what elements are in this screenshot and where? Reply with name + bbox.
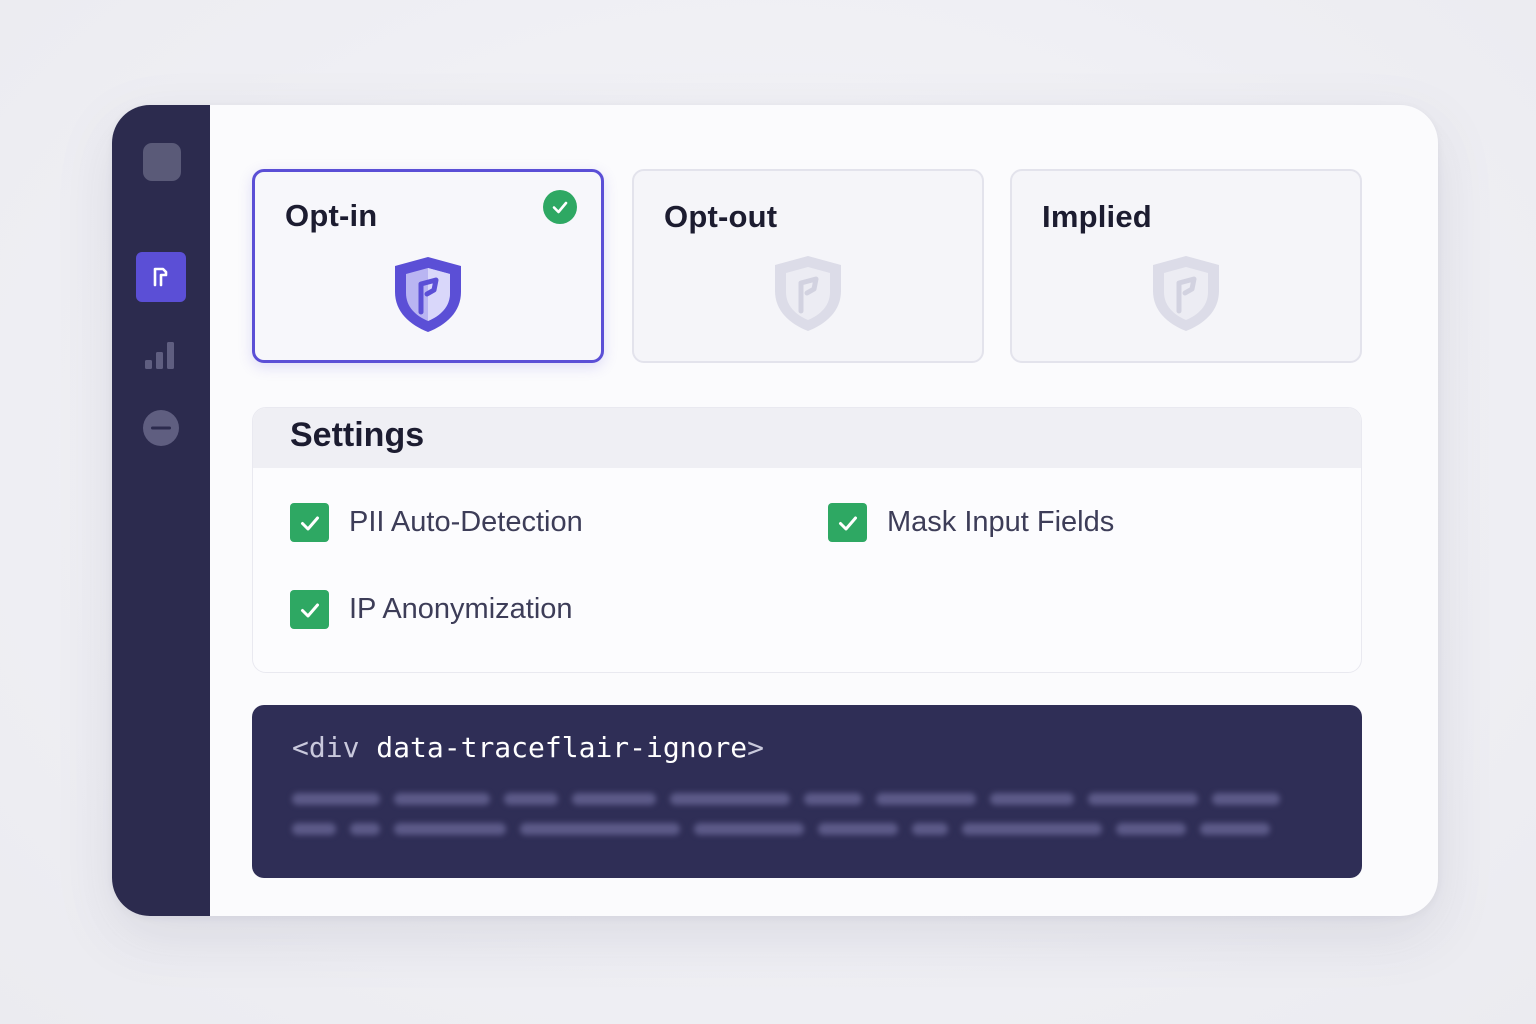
main-content: Opt-in Opt-out Implied Settings PII Auto…: [210, 105, 1438, 916]
card-title: Opt-in: [285, 198, 378, 233]
shield-icon: [395, 257, 461, 332]
option-mask-input-fields[interactable]: Mask Input Fields: [828, 503, 1114, 542]
blurred-code-line: [292, 823, 1270, 835]
checkmark-icon: [300, 603, 319, 617]
check-circle-icon: [543, 190, 577, 224]
code-line: <div data-traceflair-ignore>: [292, 731, 764, 764]
consent-mode-selector: Opt-in Opt-out Implied: [252, 169, 1364, 365]
app-window: Opt-in Opt-out Implied Settings PII Auto…: [112, 105, 1438, 916]
sidebar-item-privacy[interactable]: [136, 252, 186, 302]
sidebar: [112, 105, 210, 916]
app-logo[interactable]: [143, 143, 181, 181]
settings-panel: Settings PII Auto-Detection Mask Input F…: [252, 407, 1362, 673]
bar-chart-icon: [145, 342, 174, 369]
code-tag-close: >: [747, 731, 765, 764]
shield-icon: [1153, 256, 1219, 331]
code-tag-open: <div: [292, 731, 360, 764]
option-label: Mask Input Fields: [887, 506, 1115, 538]
checkmark-icon: [838, 516, 857, 530]
code-attribute: data-traceflair-ignore: [359, 731, 748, 764]
blurred-code-line: [292, 793, 1280, 805]
option-label: IP Anonymization: [349, 593, 573, 625]
option-ip-anonymization[interactable]: IP Anonymization: [290, 590, 573, 629]
checkbox[interactable]: [828, 503, 867, 542]
option-pii-auto-detection[interactable]: PII Auto-Detection: [290, 503, 583, 542]
option-label: PII Auto-Detection: [349, 506, 583, 538]
checkbox[interactable]: [290, 503, 329, 542]
checkbox[interactable]: [290, 590, 329, 629]
consent-card-implied[interactable]: Implied: [1010, 169, 1362, 363]
consent-card-opt-in[interactable]: Opt-in: [252, 169, 604, 363]
sidebar-item-block[interactable]: [136, 403, 186, 453]
code-snippet[interactable]: <div data-traceflair-ignore>: [252, 705, 1362, 878]
card-title: Opt-out: [664, 199, 778, 234]
consent-card-opt-out[interactable]: Opt-out: [632, 169, 984, 363]
stage: Opt-in Opt-out Implied Settings PII Auto…: [0, 0, 1536, 1024]
card-title: Implied: [1042, 199, 1152, 234]
settings-header: Settings: [253, 408, 1361, 468]
sidebar-item-analytics[interactable]: [136, 329, 186, 379]
checkmark-icon: [300, 516, 319, 530]
shield-icon: [775, 256, 841, 331]
minus-circle-icon: [143, 410, 179, 446]
settings-title: Settings: [290, 416, 425, 454]
privacy-icon: [153, 267, 168, 287]
